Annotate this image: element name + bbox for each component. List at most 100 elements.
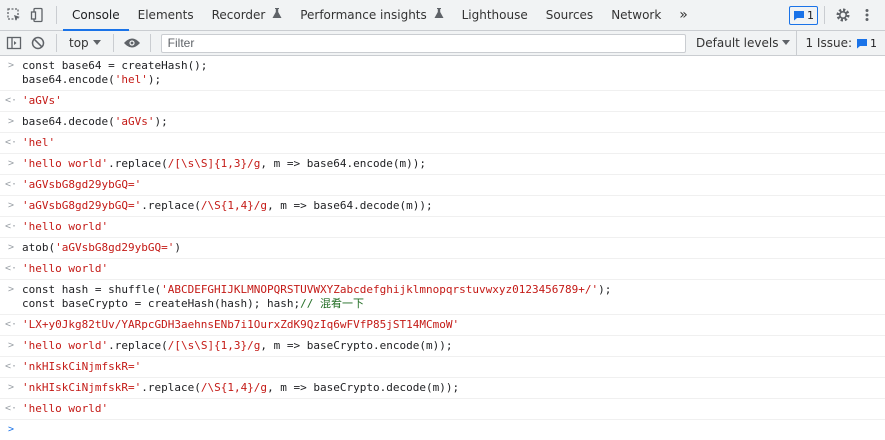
tab-network[interactable]: Network [602,0,670,30]
tab-label: Sources [545,8,594,22]
console-input-entry[interactable]: > 'nkHIskCiNjmfskR='.replace(/\S{1,4}/g, … [0,378,885,399]
code-token: 'aGVs' [22,94,62,107]
more-options-icon[interactable] [855,3,879,27]
code-token: 'aGVsbG8gd29ybGQ=' [55,241,175,254]
clear-console-icon[interactable] [26,31,50,55]
code-token: 'nkHIskCiNjmfskR=' [22,360,142,373]
console-result-entry[interactable]: <· 'hello world' [0,399,885,420]
live-expression-eye-icon[interactable] [120,31,144,55]
input-chevron-icon: > [7,116,15,127]
code-token: , m => baseCrypto.encode(m)); [260,339,453,352]
code-token: 'ABCDEFGHIJKLMNOPQRSTUVWXYZabcdefghijklm… [161,283,599,296]
console-input-entry[interactable]: > const base64 = createHash(); base64.enc… [0,56,885,91]
context-label: top [69,36,89,50]
tabbar-right-tools: 1 [789,3,885,27]
console-input-entry[interactable]: > 'hello world'.replace(/[\s\S]{1,3}/g, m… [0,154,885,175]
code-token: ); [154,115,168,128]
inspect-element-icon[interactable] [2,3,26,27]
toolbar-divider [824,6,825,24]
code-token: 'aGVs' [114,115,155,128]
log-levels-dropdown[interactable]: Default levels [690,36,796,50]
tab-performance-insights[interactable]: Performance insights [291,0,452,30]
code-token: .replace( [108,157,168,170]
code-token: ) [174,241,181,254]
tab-label: Console [72,8,120,22]
console-result: 'hello world' [22,220,108,234]
input-chevron-icon: > [7,284,15,295]
code-token: // 混肴一下 [300,297,365,310]
settings-gear-icon[interactable] [831,3,855,27]
filter-input[interactable] [160,33,686,53]
console-result-entry[interactable]: <· 'hello world' [0,259,885,280]
code-token: 'hello world' [22,157,109,170]
code-token: /\S{1,4}/g [200,199,268,212]
issues-badge: 1 [856,35,877,52]
console-input-entry[interactable]: > const hash = shuffle('ABCDEFGHIJKLMNOPQ… [0,280,885,315]
code-token: 'hello world' [22,402,109,415]
code-token: .replace( [108,339,168,352]
code-token: 'hello world' [22,262,109,275]
input-chevron-icon: > [7,158,15,169]
input-chevron-icon: > [7,340,15,351]
tab-label: Network [611,8,662,22]
console-code: const hash = shuffle('ABCDEFGHIJKLMNOPQR… [22,283,611,311]
result-arrow-icon: <· [4,137,18,148]
issues-label: 1 Issue: [805,36,852,50]
console-result-entry[interactable]: <· 'hello world' [0,217,885,238]
code-token: .replace( [141,199,201,212]
more-tabs-label: » [679,7,688,23]
console-input-entry[interactable]: > atob('aGVsbG8gd29ybGQ=') [0,238,885,259]
code-token: , m => base64.encode(m)); [260,157,426,170]
console-result: 'LX+y0Jkg82tUv/YARpcGDH3aehnsENb7i1OurxZ… [22,318,459,332]
console-input-entry[interactable]: > 'hello world'.replace(/[\s\S]{1,3}/g, m… [0,336,885,357]
tab-console[interactable]: Console [63,0,129,31]
tab-label: Lighthouse [461,8,528,22]
toolbar-divider [56,6,57,24]
console-result-entry[interactable]: <· 'hel' [0,133,885,154]
context-selector[interactable]: top [63,36,107,50]
code-token: /[\s\S]{1,3}/g [167,339,261,352]
console-output: > const base64 = createHash(); base64.enc… [0,56,885,440]
console-result-entry[interactable]: <· 'aGVs' [0,91,885,112]
result-arrow-icon: <· [4,403,18,414]
code-token: 'aGVsbG8gd29ybGQ=' [22,199,142,212]
tab-label: Elements [137,8,194,22]
console-input-entry[interactable]: > base64.decode('aGVs'); [0,112,885,133]
issues-count: 1 [870,36,877,50]
toolbar-divider [149,34,151,52]
result-arrow-icon: <· [4,95,18,106]
code-token: /[\s\S]{1,3}/g [167,157,261,170]
code-token: .replace( [141,381,201,394]
code-token: /\S{1,4}/g [200,381,268,394]
input-chevron-icon: > [7,242,15,253]
console-result-entry[interactable]: <· 'nkHIskCiNjmfskR=' [0,357,885,378]
input-chevron-icon: > [7,200,15,211]
tab-elements[interactable]: Elements [129,0,203,30]
dropdown-arrow-icon [92,40,101,45]
result-arrow-icon: <· [4,361,18,372]
code-token: 'LX+y0Jkg82tUv/YARpcGDH3aehnsENb7i1OurxZ… [22,318,460,331]
input-chevron-icon: > [7,382,15,393]
console-filter-bar: top Default levels 1 Issue: 1 [0,30,885,56]
messages-badge[interactable]: 1 [789,5,818,25]
console-code: base64.decode('aGVs'); [22,115,168,129]
tab-recorder[interactable]: Recorder [203,0,292,30]
more-tabs-button[interactable]: » [670,0,697,30]
device-toolbar-icon[interactable] [26,3,50,27]
console-result-entry[interactable]: <· 'aGVsbG8gd29ybGQ=' [0,175,885,196]
console-input-entry[interactable]: > 'aGVsbG8gd29ybGQ='.replace(/\S{1,4}/g, … [0,196,885,217]
console-result-entry[interactable]: <· 'LX+y0Jkg82tUv/YARpcGDH3aehnsENb7i1Our… [0,315,885,336]
code-token: 'aGVsbG8gd29ybGQ=' [22,178,142,191]
console-code: 'hello world'.replace(/[\s\S]{1,3}/g, m … [22,157,426,171]
issues-counter[interactable]: 1 Issue: 1 [796,30,885,56]
console-prompt[interactable]: > [0,420,885,440]
sidebar-toggle-icon[interactable] [2,31,26,55]
tab-label: Performance insights [300,8,427,22]
console-result: 'hel' [22,136,55,150]
tab-sources[interactable]: Sources [537,0,602,30]
log-levels-label: Default levels [696,36,779,50]
message-icon [794,10,804,20]
tab-lighthouse[interactable]: Lighthouse [453,0,537,30]
tab-label: Recorder [211,8,266,22]
console-code: 'aGVsbG8gd29ybGQ='.replace(/\S{1,4}/g, m… [22,199,433,213]
